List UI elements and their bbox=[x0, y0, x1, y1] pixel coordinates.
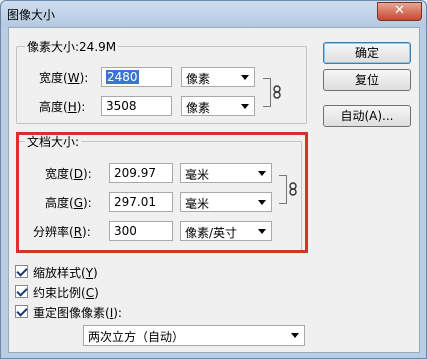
pixel-dimensions-group: 像素大小:24.9M 宽度(W): 2480 像素 高度(H): 3508 像素 bbox=[16, 38, 307, 124]
scale-styles-label: 缩放样式(Y) bbox=[33, 266, 98, 280]
pixel-dimensions-legend: 像素大小:24.9M bbox=[25, 38, 119, 55]
window-title: 图像大小 bbox=[7, 8, 56, 22]
pixel-height-label: 高度(H): bbox=[39, 100, 86, 114]
pixel-width-label: 宽度(W): bbox=[39, 71, 89, 85]
pixel-height-unit-select[interactable]: 像素 bbox=[181, 96, 255, 116]
pixel-width-unit-select[interactable]: 像素 bbox=[181, 67, 255, 87]
close-button[interactable]: ✕ bbox=[377, 2, 422, 21]
ok-button[interactable]: 确定 bbox=[323, 42, 411, 64]
resample-checkbox[interactable] bbox=[15, 305, 28, 318]
chevron-down-icon bbox=[291, 333, 299, 338]
close-icon: ✕ bbox=[394, 3, 405, 18]
pixel-width-input[interactable]: 2480 bbox=[101, 67, 172, 87]
reset-button[interactable]: 复位 bbox=[323, 69, 411, 91]
constrain-proportions-label: 约束比例(C) bbox=[33, 286, 99, 300]
chevron-down-icon bbox=[241, 75, 249, 80]
auto-button[interactable]: 自动(A)... bbox=[323, 105, 411, 127]
resample-method-select[interactable]: 两次立方（自动） bbox=[83, 325, 305, 346]
chevron-down-icon bbox=[241, 104, 249, 109]
link-icon bbox=[273, 85, 281, 99]
scale-styles-checkbox[interactable] bbox=[15, 265, 28, 278]
constrain-proportions-checkbox[interactable] bbox=[15, 285, 28, 298]
resample-label: 重定图像像素(I): bbox=[33, 306, 122, 320]
highlight-annotation-box bbox=[16, 132, 308, 253]
image-size-dialog: 图像大小 ✕ 像素大小:24.9M 宽度(W): 2480 像素 高度(H): … bbox=[0, 0, 427, 359]
title-bar: 图像大小 ✕ bbox=[1, 1, 426, 27]
pixel-height-input[interactable]: 3508 bbox=[101, 96, 172, 116]
constrain-bracket bbox=[263, 78, 271, 107]
